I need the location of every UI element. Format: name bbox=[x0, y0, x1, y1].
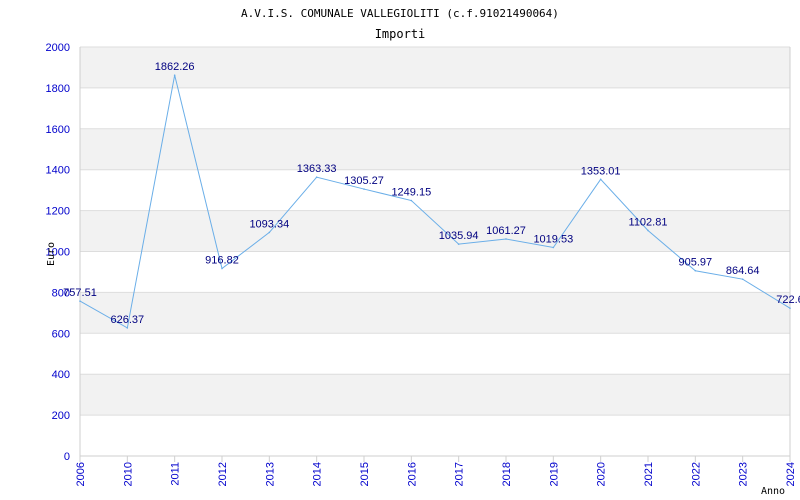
data-point bbox=[126, 327, 129, 329]
data-point bbox=[363, 188, 365, 190]
data-label: 722.6 bbox=[776, 294, 800, 306]
y-tick-label: 0 bbox=[64, 451, 70, 463]
y-axis-label: Euro bbox=[46, 242, 57, 266]
x-tick-label: 2006 bbox=[75, 462, 87, 486]
data-labels: 757.51 626.37 1862.26 916.82 1093.34 1363.33 1… bbox=[63, 61, 800, 326]
background-band bbox=[80, 292, 790, 334]
data-label: 1035.94 bbox=[439, 230, 479, 242]
data-label: 1363.33 bbox=[297, 163, 337, 175]
data-point bbox=[410, 199, 413, 202]
data-point bbox=[173, 74, 176, 76]
x-tick-label: 2010 bbox=[122, 462, 134, 486]
data-label: 916.82 bbox=[205, 255, 239, 267]
background-band bbox=[80, 210, 790, 252]
x-tick-label: 2017 bbox=[454, 462, 466, 486]
data-point bbox=[552, 246, 555, 249]
data-label: 1862.26 bbox=[155, 61, 195, 73]
data-label: 864.64 bbox=[726, 265, 760, 277]
data-label: 1249.15 bbox=[391, 187, 431, 199]
x-axis-label: Anno bbox=[761, 486, 785, 497]
x-tick-label: 2021 bbox=[643, 462, 655, 486]
x-tick-label: 2019 bbox=[548, 462, 560, 486]
data-label: 1061.27 bbox=[486, 225, 526, 237]
data-label: 1093.34 bbox=[249, 218, 289, 230]
data-point bbox=[315, 176, 318, 178]
series-line bbox=[79, 75, 791, 329]
data-label: 1019.53 bbox=[533, 234, 573, 246]
chart-title: A.V.I.S. COMUNALE VALLEGIOLITI (c.f.9102… bbox=[241, 7, 559, 20]
data-label: 1353.01 bbox=[581, 165, 621, 177]
data-label: 1305.27 bbox=[344, 175, 384, 187]
x-tick-label: 2011 bbox=[170, 462, 182, 486]
chart-subtitle: Importi bbox=[375, 27, 426, 41]
x-tick-label: 2022 bbox=[690, 462, 702, 486]
x-tick-label: 2023 bbox=[738, 462, 750, 486]
x-tick-label: 2012 bbox=[217, 462, 229, 486]
x-tick-label: 2015 bbox=[359, 462, 371, 486]
data-point bbox=[789, 307, 791, 310]
data-label: 905.97 bbox=[679, 257, 713, 269]
x-tick-label: 2018 bbox=[501, 462, 513, 486]
line-chart: 0200400600800100012001400160018002000 20… bbox=[46, 7, 800, 497]
data-point bbox=[268, 231, 271, 234]
data-label: 1102.81 bbox=[629, 216, 668, 228]
data-label: 757.51 bbox=[63, 287, 97, 299]
background-band bbox=[80, 128, 790, 170]
y-tick-label: 200 bbox=[52, 410, 70, 422]
series bbox=[79, 74, 791, 329]
x-tick-label: 2020 bbox=[596, 462, 608, 486]
y-tick-label: 1400 bbox=[46, 165, 70, 177]
x-tick-label: 2013 bbox=[264, 462, 276, 486]
data-label: 626.37 bbox=[111, 314, 145, 326]
background-band bbox=[80, 374, 790, 416]
data-point bbox=[79, 300, 81, 302]
background-bands bbox=[80, 47, 790, 416]
x-tick-labels: 2006 2010 2011 2012 2013 2014 2015 2016 2017 2018… bbox=[75, 462, 797, 486]
data-point bbox=[647, 229, 649, 232]
y-tick-label: 2000 bbox=[46, 42, 70, 54]
data-point bbox=[599, 178, 602, 181]
x-tick-label: 2016 bbox=[406, 462, 418, 486]
y-tick-label: 1600 bbox=[46, 124, 70, 136]
x-tick-label: 2014 bbox=[312, 462, 324, 486]
y-tick-label: 400 bbox=[52, 369, 70, 381]
y-tick-label: 1200 bbox=[46, 206, 70, 218]
data-point bbox=[741, 278, 744, 280]
data-point bbox=[221, 267, 223, 270]
data-point bbox=[694, 269, 697, 272]
y-tick-label: 600 bbox=[52, 328, 70, 340]
data-point bbox=[505, 238, 507, 240]
x-tick-label: 2024 bbox=[785, 462, 797, 486]
y-tick-label: 1800 bbox=[46, 83, 70, 95]
data-point bbox=[457, 243, 460, 245]
